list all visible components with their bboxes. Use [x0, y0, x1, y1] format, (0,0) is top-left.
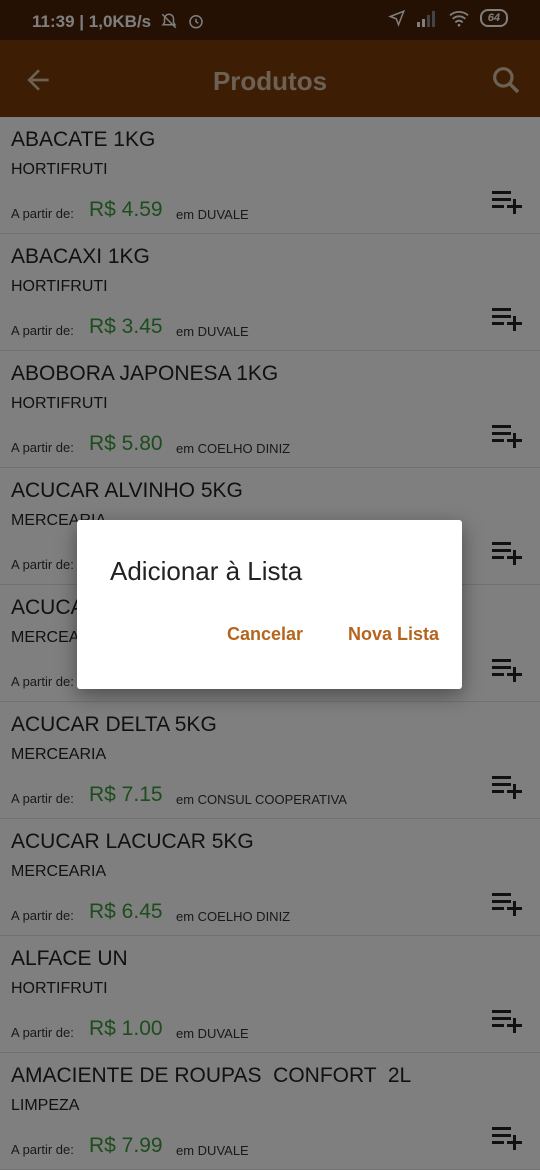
- cancel-button[interactable]: Cancelar: [227, 624, 303, 645]
- new-list-button[interactable]: Nova Lista: [348, 624, 439, 645]
- dialog-title: Adicionar à Lista: [110, 556, 303, 586]
- add-to-list-dialog: Adicionar à Lista Cancelar Nova Lista: [77, 520, 462, 689]
